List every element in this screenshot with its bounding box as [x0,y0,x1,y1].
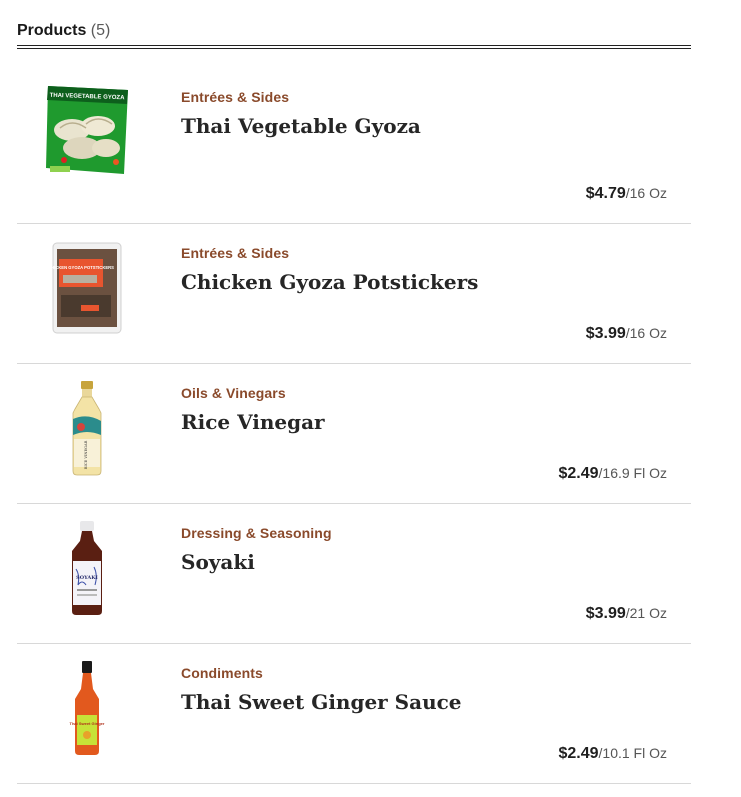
product-image-soyaki[interactable]: SOYAKI [39,518,135,618]
product-category: Dressing & Seasoning [181,525,332,541]
product-name-link[interactable]: Thai Vegetable Gyoza [181,114,421,138]
product-price: $2.49/16.9 Fl Oz [558,465,667,483]
product-row-thai-vegetable-gyoza[interactable]: THAI VEGETABLE GYOZA Entrées & Sides Tha… [17,52,691,224]
product-name-link[interactable]: Thai Sweet Ginger Sauce [181,690,462,714]
product-name-link[interactable]: Rice Vinegar [181,410,325,434]
products-title: Products [17,22,87,39]
svg-text:CHICKEN GYOZA POTSTICKERS: CHICKEN GYOZA POTSTICKERS [48,265,114,270]
product-price: $4.79/16 Oz [586,185,667,203]
header-divider [17,45,691,49]
products-page: Products (5) THAI VEGETABLE GYOZA Entrée… [0,0,741,797]
price-amount: $3.99 [585,605,626,622]
product-row-thai-sweet-ginger-sauce[interactable]: Thai Sweet Ginger Condiments Thai Sweet … [17,644,691,784]
price-unit: /16 Oz [625,325,667,341]
price-amount: $2.49 [558,745,599,762]
product-image-chicken-gyoza-potstickers[interactable]: CHICKEN GYOZA POTSTICKERS [39,238,135,338]
product-image-rice-vinegar[interactable]: RICE VINEGAR [39,378,135,478]
product-image-thai-vegetable-gyoza[interactable]: THAI VEGETABLE GYOZA [39,80,135,180]
product-row-soyaki[interactable]: SOYAKI Dressing & Seasoning Soyaki $3.99… [17,504,691,644]
price-unit: /21 Oz [625,605,667,621]
product-price: $2.49/10.1 Fl Oz [558,745,667,763]
product-list: THAI VEGETABLE GYOZA Entrées & Sides Tha… [17,52,691,784]
price-amount: $4.79 [585,185,626,202]
product-category: Entrées & Sides [181,89,290,105]
product-name-link[interactable]: Soyaki [181,550,255,574]
product-price: $3.99/21 Oz [586,605,667,623]
product-price: $3.99/16 Oz [586,325,667,343]
product-category: Condiments [181,665,263,681]
price-amount: $3.99 [585,325,626,342]
product-row-rice-vinegar[interactable]: RICE VINEGAR Oils & Vinegars Rice Vinega… [17,364,691,504]
price-amount: $2.49 [558,465,599,482]
svg-text:RICE VINEGAR: RICE VINEGAR [84,440,88,469]
product-image-thai-sweet-ginger-sauce[interactable]: Thai Sweet Ginger [39,658,135,758]
product-category: Oils & Vinegars [181,385,286,401]
products-header: Products (5) [17,20,110,42]
product-row-chicken-gyoza-potstickers[interactable]: CHICKEN GYOZA POTSTICKERS Entrées & Side… [17,224,691,364]
product-name-link[interactable]: Chicken Gyoza Potstickers [181,270,478,294]
price-unit: /16 Oz [625,185,667,201]
svg-text:SOYAKI: SOYAKI [76,575,98,581]
svg-text:Thai Sweet Ginger: Thai Sweet Ginger [70,721,105,726]
price-unit: /16.9 Fl Oz [598,465,667,481]
products-count: (5) [90,22,111,39]
product-category: Entrées & Sides [181,245,290,261]
price-unit: /10.1 Fl Oz [598,745,667,761]
